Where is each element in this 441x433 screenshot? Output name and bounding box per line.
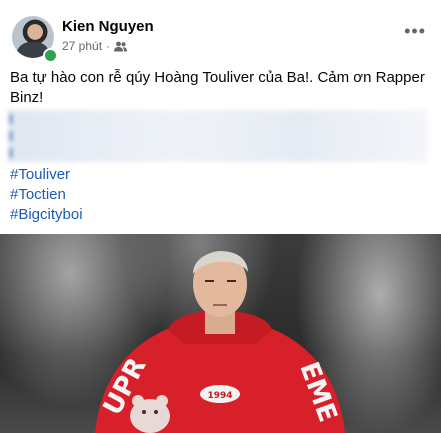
hashtag-link[interactable]: #Bigcityboi bbox=[10, 205, 83, 225]
meta-separator: · bbox=[106, 39, 111, 53]
post-header: Kien Nguyen 27 phút · ••• bbox=[12, 14, 432, 63]
hashtag-link[interactable]: #Touliver bbox=[10, 165, 83, 185]
online-status-indicator bbox=[43, 48, 58, 63]
hashtag-link[interactable]: #Toctien bbox=[10, 185, 83, 205]
person-in-red-hoodie: 1994 UPR EME bbox=[95, 251, 345, 433]
blurred-link-marker bbox=[10, 131, 12, 141]
post-card: Kien Nguyen 27 phút · ••• Ba tự hào con … bbox=[0, 0, 441, 433]
blurred-content bbox=[8, 110, 428, 162]
hashtag-list: #Touliver #Toctien #Bigcityboi bbox=[10, 165, 83, 225]
post-time[interactable]: 27 phút bbox=[62, 39, 102, 53]
blurred-link-marker bbox=[10, 114, 12, 124]
chest-print-text: 1994 bbox=[207, 391, 232, 401]
post-message: Ba tự hào con rễ qúy Hoàng Touliver của … bbox=[10, 69, 425, 106]
more-options-button[interactable]: ••• bbox=[404, 22, 426, 40]
friends-icon[interactable] bbox=[114, 41, 128, 52]
post-meta: 27 phút · bbox=[62, 39, 128, 53]
post-photo[interactable]: 1994 UPR EME bbox=[0, 234, 441, 433]
blurred-link-marker bbox=[10, 148, 12, 158]
author-name[interactable]: Kien Nguyen bbox=[62, 18, 154, 35]
more-icon: ••• bbox=[404, 21, 426, 41]
